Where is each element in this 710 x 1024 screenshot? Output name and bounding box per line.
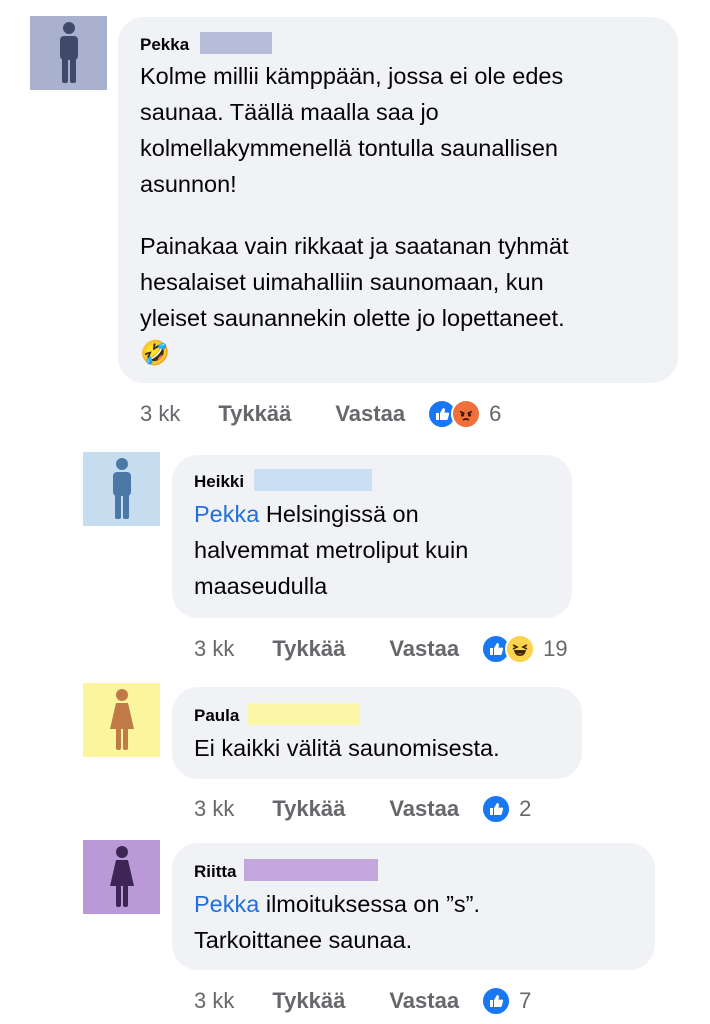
avatar[interactable] [83,683,160,757]
text-line: asunnon! [140,171,237,197]
text-line: Kolme millii kämppään, jossa ei ole edes [140,63,564,89]
timestamp[interactable]: 3 kk [194,796,234,822]
comment-text: Kolme millii kämppään, jossa ei ole edes… [140,58,660,202]
text-line: Painakaa vain rikkaat ja saatanan tyhmät [140,233,569,259]
reply-button[interactable]: Vastaa [389,796,459,822]
reactions[interactable]: 19 [481,634,568,664]
text-line: Pekka ilmoituksessa on ”s”. [194,886,644,922]
text-line: Tarkoittanee saunaa. [194,927,413,953]
redacted-name [248,703,360,725]
reaction-count: 19 [543,636,568,661]
comment-actions: 3 kk Tykkää Vastaa 19 [194,634,568,664]
timestamp[interactable]: 3 kk [140,401,180,427]
text-line: Ei kaikki välitä saunomisesta. [194,735,500,761]
reply-button[interactable]: Vastaa [389,636,459,662]
comment-actions: 3 kk Tykkää Vastaa 6 [140,399,501,429]
female-person-icon [109,689,134,750]
like-icon [481,986,512,1016]
timestamp[interactable]: 3 kk [194,636,234,662]
timestamp[interactable]: 3 kk [194,988,234,1014]
text-fragment: Helsingissä on [259,501,419,527]
reaction-count: 2 [519,796,532,821]
comment-text: Pekka Helsingissä on halvemmat metrolipu… [194,496,564,604]
comment-actions: 3 kk Tykkää Vastaa 2 [194,794,531,824]
text-line: maaseudulla [194,573,328,599]
female-person-icon [109,846,134,907]
comment-author[interactable]: Heikki [194,472,244,492]
reaction-count: 6 [489,401,502,426]
text-line: Pekka Helsingissä on [194,496,564,532]
like-icon [481,794,512,824]
angry-icon [451,399,482,429]
reactions[interactable]: 7 [481,986,531,1016]
text-line: kolmellakymmenellä tontulla saunallisen [140,135,558,161]
text-line: yleiset saunannekin olette jo lopettanee… [140,305,565,331]
reactions[interactable]: 6 [427,399,501,429]
male-person-icon [59,22,78,83]
avatar[interactable] [30,16,107,90]
like-button[interactable]: Tykkää [272,636,345,662]
avatar[interactable] [83,840,160,914]
redacted-name [254,469,372,491]
like-button[interactable]: Tykkää [272,988,345,1014]
comment-actions: 3 kk Tykkää Vastaa 7 [194,986,531,1016]
reply-button[interactable]: Vastaa [389,988,459,1014]
rofl-emoji: 🤣 [140,340,170,367]
comment-author[interactable]: Pekka [140,35,189,55]
comment-text: Painakaa vain rikkaat ja saatanan tyhmät… [140,228,660,372]
reply-button[interactable]: Vastaa [335,401,405,427]
reaction-count: 7 [519,988,532,1013]
comment-author[interactable]: Riitta [194,862,237,882]
comment-author[interactable]: Paula [194,706,239,726]
comment-text: Pekka ilmoituksessa on ”s”. Tarkoittanee… [194,886,644,958]
like-button[interactable]: Tykkää [272,796,345,822]
avatar[interactable] [83,452,160,526]
redacted-name [244,859,378,881]
text-fragment: ilmoituksessa on ”s”. [259,891,481,917]
haha-icon [505,634,536,664]
mention-link[interactable]: Pekka [194,501,259,527]
comment-text: Ei kaikki välitä saunomisesta. [194,730,574,766]
mention-link[interactable]: Pekka [194,891,259,917]
text-line: saunaa. Täällä maalla saa jo [140,99,439,125]
text-line: hesalaiset uimahalliin saunomaan, kun [140,269,544,295]
text-line: halvemmat metroliput kuin [194,537,469,563]
redacted-name [200,32,272,54]
male-person-icon [112,458,131,519]
like-button[interactable]: Tykkää [218,401,291,427]
reactions[interactable]: 2 [481,794,531,824]
